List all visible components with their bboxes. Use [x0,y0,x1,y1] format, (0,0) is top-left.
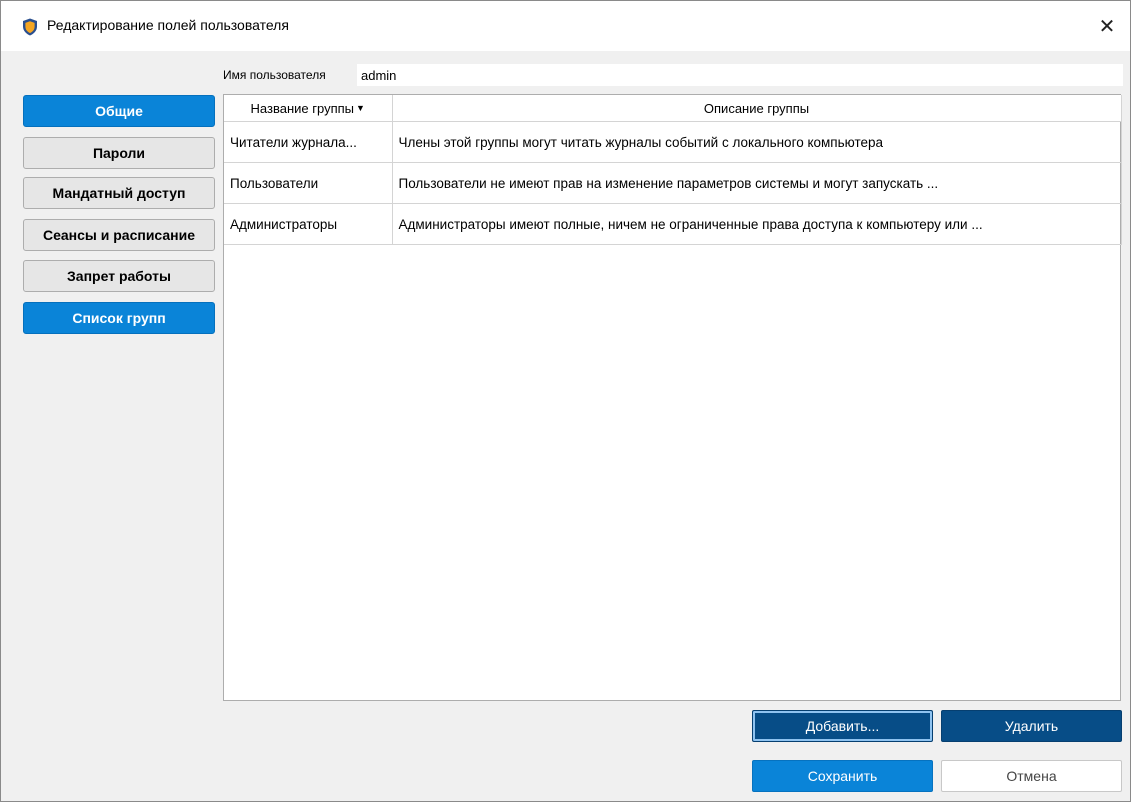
sidebar-item-passwords[interactable]: Пароли [23,137,215,169]
title-bar: Редактирование полей пользователя ✕ [1,1,1130,51]
sidebar-item-mandatory-access[interactable]: Мандатный доступ [23,177,215,209]
table-header-row: Название группы ▼ Описание группы [224,95,1122,122]
window-title: Редактирование полей пользователя [47,17,289,33]
sidebar-item-general[interactable]: Общие [23,95,215,127]
group-description-cell: Администраторы имеют полные, ничем не ог… [392,203,1122,245]
group-name-cell: Пользователи [224,162,393,204]
table-row[interactable]: Пользователи Пользователи не имеют прав … [224,162,1122,204]
column-header-group-description[interactable]: Описание группы [392,95,1122,122]
sidebar-item-group-list[interactable]: Список групп [23,302,215,334]
group-description-cell: Члены этой группы могут читать журналы с… [392,121,1122,163]
username-row: Имя пользователя [223,64,1123,86]
username-label: Имя пользователя [223,68,326,82]
table-row[interactable]: Администраторы Администраторы имеют полн… [224,203,1122,245]
username-field[interactable] [357,64,1123,86]
column-header-label: Название группы [250,100,355,116]
column-header-group-name[interactable]: Название группы ▼ [224,95,393,122]
shield-icon [23,18,37,36]
column-header-label: Описание группы [703,100,810,116]
table-row[interactable]: Читатели журнала... Члены этой группы мо… [224,121,1122,163]
save-button[interactable]: Сохранить [752,760,933,792]
sidebar-item-work-ban[interactable]: Запрет работы [23,260,215,292]
add-button[interactable]: Добавить... [752,710,933,742]
sort-descending-icon: ▼ [356,102,365,113]
dialog-window: Редактирование полей пользователя ✕ Имя … [0,0,1131,802]
group-name-cell: Администраторы [224,203,393,245]
sidebar-item-sessions-schedule[interactable]: Сеансы и расписание [23,219,215,251]
close-button[interactable]: ✕ [1084,1,1130,51]
group-description-cell: Пользователи не имеют прав на изменение … [392,162,1122,204]
groups-table: Название группы ▼ Описание группы Читател… [223,94,1122,701]
close-icon: ✕ [1098,15,1116,38]
remove-button[interactable]: Удалить [941,710,1122,742]
cancel-button[interactable]: Отмена [941,760,1122,792]
group-name-cell: Читатели журнала... [224,121,393,163]
